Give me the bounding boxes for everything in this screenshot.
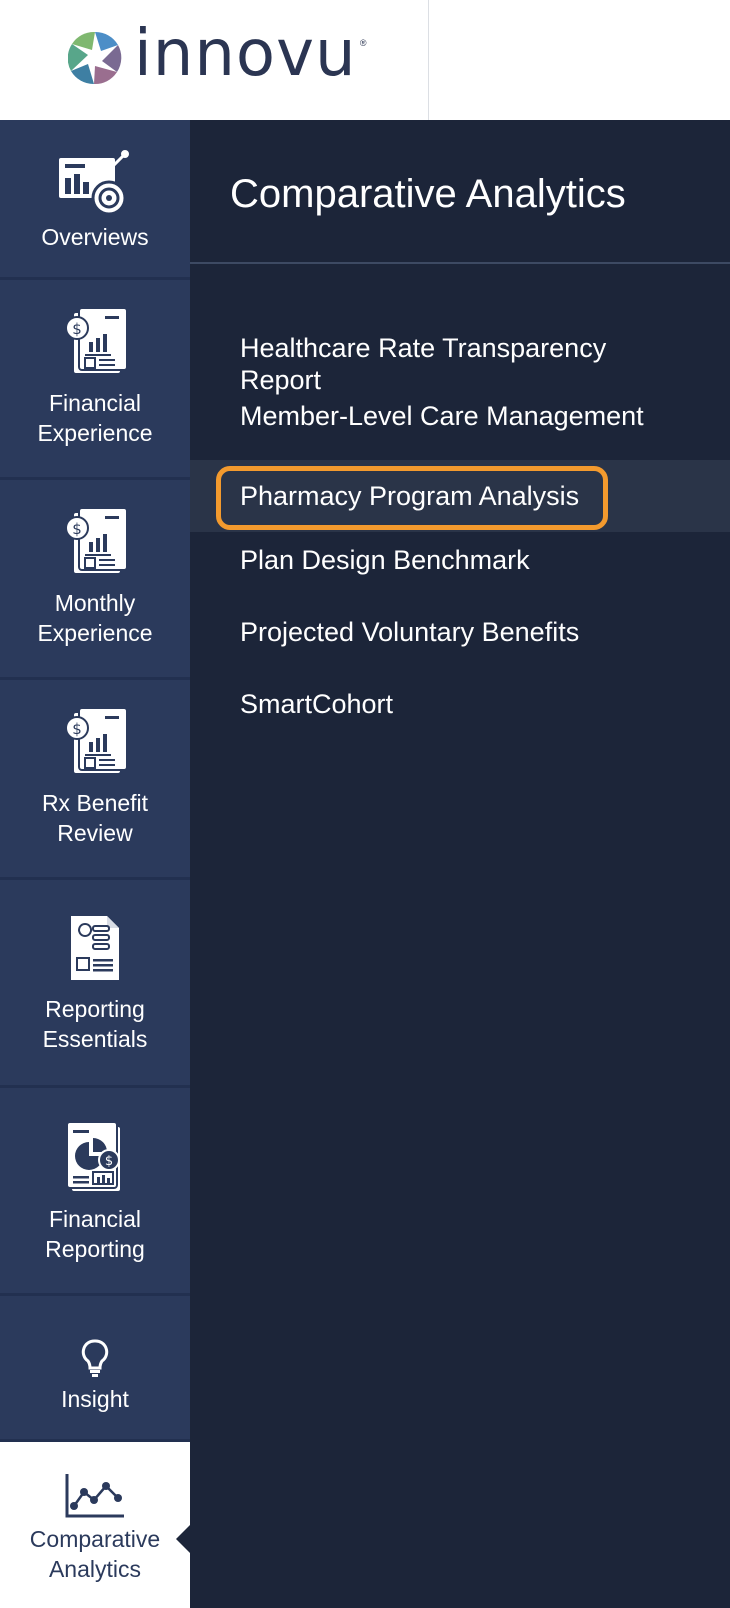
svg-text:$: $ [105,1154,113,1169]
innovu-logo[interactable]: innovu ® [68,22,367,86]
logo-wordmark: innovu [134,17,357,91]
sidebar-item-insight[interactable]: Insight [0,1296,190,1442]
menu-item-pharmacy-program-analysis[interactable]: Pharmacy Program Analysis [190,460,730,532]
sidebar-item-label: Financial Experience [37,390,153,446]
aperture-logo-icon [68,31,122,85]
svg-text:$: $ [72,520,82,538]
menu-item-label: Plan Design Benchmark [240,545,530,575]
header-divider [428,0,429,120]
financial-report-icon: $ [63,307,128,383]
report-document-icon [69,914,121,987]
sidebar-item-label: Comparative Analytics [29,1526,161,1582]
menu-item-healthcare-rate-transparency-report[interactable]: Healthcare Rate Transparency Report [190,300,730,396]
active-indicator-notch [176,1525,190,1553]
pie-chart-report-icon: $ [65,1121,125,1199]
menu-item-label: Healthcare Rate Transparency Report [240,333,607,395]
registered-mark: ® [359,38,367,48]
sidebar-item-rx-benefit-review[interactable]: $ Rx Benefit Review [0,680,190,880]
sidebar-item-reporting-essentials[interactable]: Reporting Essentials [0,880,190,1088]
svg-text:$: $ [72,720,82,738]
financial-report-icon: $ [63,707,128,783]
svg-text:$: $ [72,320,82,338]
sidebar-item-comparative-analytics[interactable]: Comparative Analytics [0,1442,190,1608]
sidebar-item-label: Rx Benefit Review [41,790,149,846]
sidebar-item-overviews[interactable]: Overviews [0,120,190,280]
analytics-dashboard-icon [57,148,133,223]
submenu-panel: Comparative Analytics Healthcare Rate Tr… [190,120,730,1608]
submenu-divider [190,262,730,264]
sidebar-item-label: Overviews [41,224,149,250]
sidebar-item-monthly-experience[interactable]: $ Monthly Experience [0,480,190,680]
menu-item-plan-design-benchmark[interactable]: Plan Design Benchmark [190,544,730,576]
app-header: innovu ® [0,0,730,120]
line-chart-icon [64,1472,126,1525]
menu-item-label: SmartCohort [240,689,394,719]
sidebar: Overviews $ Financial Experience $ Month… [0,120,190,1608]
sidebar-item-financial-experience[interactable]: $ Financial Experience [0,280,190,480]
sidebar-item-label: Financial Reporting [45,1206,145,1262]
menu-item-projected-voluntary-benefits[interactable]: Projected Voluntary Benefits [190,616,730,648]
sidebar-item-label: Reporting Essentials [42,996,148,1052]
sidebar-item-label: Insight [61,1386,129,1412]
menu-item-label: Member-Level Care Management [240,401,644,431]
sidebar-item-label: Monthly Experience [37,590,153,646]
menu-item-smartcohort[interactable]: SmartCohort [190,688,730,720]
menu-item-label: Pharmacy Program Analysis [240,481,580,511]
menu-item-label: Projected Voluntary Benefits [240,617,580,647]
submenu-title: Comparative Analytics [230,172,626,216]
menu-item-member-level-care-management[interactable]: Member-Level Care Management [190,400,730,432]
lightbulb-icon [80,1338,110,1383]
financial-report-icon: $ [63,507,128,583]
sidebar-item-financial-reporting[interactable]: $ Financial Reporting [0,1088,190,1296]
